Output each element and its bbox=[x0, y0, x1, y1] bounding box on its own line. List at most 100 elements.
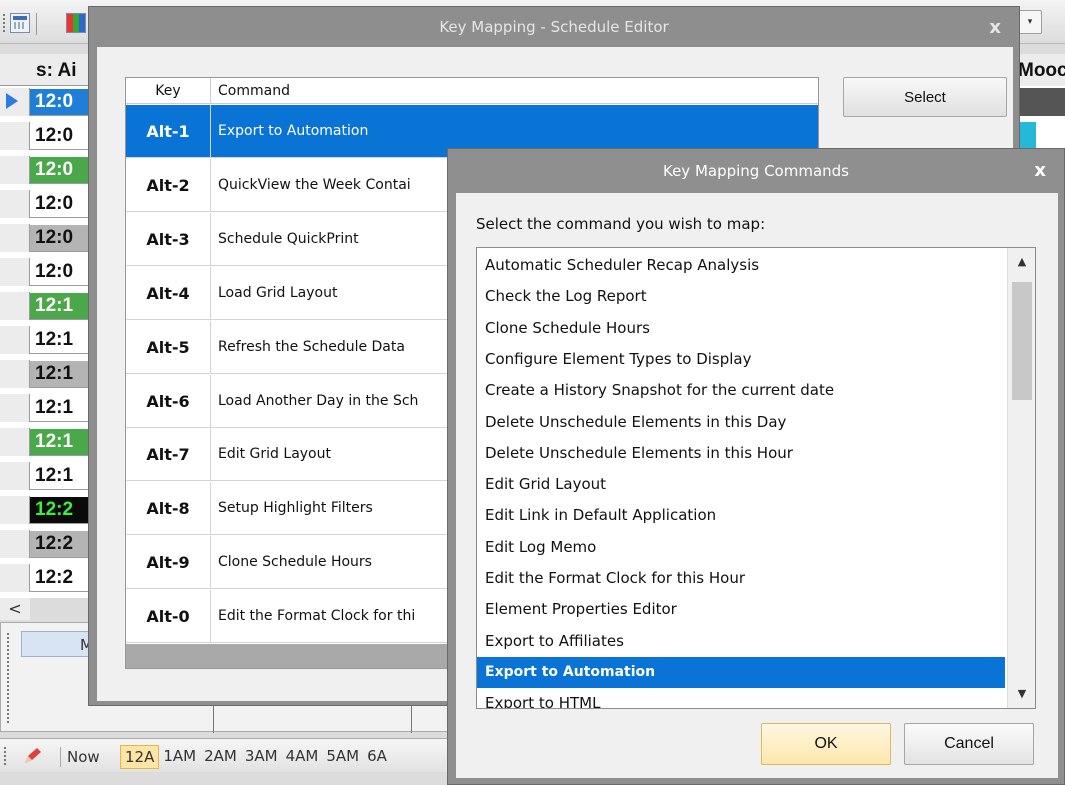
ok-button[interactable]: OK bbox=[761, 723, 891, 765]
row-selector[interactable] bbox=[0, 496, 30, 524]
column-header-command[interactable]: Command bbox=[218, 78, 290, 104]
command-cell: Edit the Format Clock for thi bbox=[218, 608, 416, 625]
right-column-band bbox=[1018, 88, 1065, 116]
list-item[interactable]: Export to HTML bbox=[477, 688, 1005, 708]
grid-row[interactable]: 12:1 bbox=[0, 428, 100, 456]
toolbar-separator bbox=[36, 13, 37, 35]
right-column-header[interactable]: Mooc bbox=[1018, 54, 1065, 86]
grid-row[interactable]: 12:0 bbox=[0, 224, 100, 252]
hour-button[interactable]: 3AM bbox=[241, 745, 282, 769]
row-selector[interactable] bbox=[0, 326, 30, 354]
row-selector[interactable] bbox=[0, 530, 30, 558]
hour-button[interactable]: 2AM bbox=[200, 745, 241, 769]
grid-row[interactable]: 12:0 bbox=[0, 156, 100, 184]
list-item[interactable]: Delete Unschedule Elements in this Hour bbox=[477, 438, 1005, 469]
list-item[interactable]: Configure Element Types to Display bbox=[477, 344, 1005, 375]
grid-row[interactable]: 12:2 bbox=[0, 564, 100, 592]
list-item[interactable]: Edit Link in Default Application bbox=[477, 500, 1005, 531]
close-icon[interactable]: x bbox=[1034, 160, 1046, 181]
command-cell: Setup Highlight Filters bbox=[218, 500, 373, 517]
grid-row[interactable]: 12:1 bbox=[0, 292, 100, 320]
pencil-icon[interactable] bbox=[22, 746, 44, 766]
grid-row[interactable]: 12:1 bbox=[0, 462, 100, 490]
list-item[interactable]: Create a History Snapshot for the curren… bbox=[477, 375, 1005, 406]
dialog-title: Key Mapping Commands bbox=[662, 162, 849, 180]
row-selector[interactable] bbox=[0, 258, 30, 286]
grid-row[interactable]: 12:1 bbox=[0, 394, 100, 422]
list-item[interactable]: Export to Affiliates bbox=[477, 626, 1005, 657]
list-item[interactable]: Edit Log Memo bbox=[477, 532, 1005, 563]
grid-row[interactable]: 12:2 bbox=[0, 530, 100, 558]
column-header-key[interactable]: Key bbox=[126, 78, 211, 104]
chevron-down-icon[interactable]: ▾ bbox=[1018, 10, 1042, 34]
grid-row[interactable]: 12:0 bbox=[0, 122, 100, 150]
toolbar-grip[interactable] bbox=[3, 14, 6, 32]
list-item[interactable]: Delete Unschedule Elements in this Day bbox=[477, 407, 1005, 438]
cancel-button[interactable]: Cancel bbox=[904, 723, 1034, 765]
key-cell: Alt-3 bbox=[126, 212, 211, 266]
dialog-client: Select the command you wish to map: Auto… bbox=[456, 193, 1058, 778]
hourbar-grip[interactable] bbox=[4, 747, 7, 765]
command-listbox[interactable]: Automatic Scheduler Recap Analysis Check … bbox=[476, 247, 1036, 709]
key-cell: Alt-1 bbox=[126, 105, 211, 158]
grid-row[interactable]: 12:1 bbox=[0, 360, 100, 388]
dialog-title: Key Mapping - Schedule Editor bbox=[439, 18, 669, 36]
list-item[interactable]: Check the Log Report bbox=[477, 281, 1005, 312]
command-cell: Export to Automation bbox=[218, 123, 369, 139]
row-selector[interactable] bbox=[0, 360, 30, 388]
grid-row[interactable]: 12:1 bbox=[0, 326, 100, 354]
scroll-down-icon[interactable]: ▼ bbox=[1008, 680, 1035, 708]
command-cell: QuickView the Week Contai bbox=[218, 176, 411, 193]
row-selector[interactable] bbox=[0, 428, 30, 456]
grid-row[interactable]: 12:0 bbox=[0, 190, 100, 218]
command-cell: Edit Grid Layout bbox=[218, 446, 331, 463]
hour-button[interactable]: 12A bbox=[120, 745, 160, 769]
row-selector[interactable] bbox=[0, 462, 30, 490]
list-item[interactable]: Automatic Scheduler Recap Analysis bbox=[477, 250, 1005, 281]
list-item[interactable]: Edit the Format Clock for this Hour bbox=[477, 563, 1005, 594]
command-cell: Schedule QuickPrint bbox=[218, 230, 359, 247]
current-row-arrow-icon bbox=[6, 93, 18, 109]
close-icon[interactable]: x bbox=[989, 17, 1001, 38]
hour-button[interactable]: 1AM bbox=[159, 745, 200, 769]
scroll-left-arrow[interactable]: < bbox=[0, 598, 30, 620]
vertical-scrollbar[interactable]: ▲ ▼ bbox=[1007, 248, 1035, 708]
row-selector[interactable] bbox=[0, 156, 30, 184]
list-item[interactable]: Export to Automation bbox=[477, 656, 1005, 688]
key-cell: Alt-0 bbox=[126, 590, 211, 644]
row-selector[interactable] bbox=[0, 292, 30, 320]
grid-row[interactable]: 12:0 bbox=[0, 88, 100, 116]
row-selector[interactable] bbox=[0, 122, 30, 150]
row-selector[interactable] bbox=[0, 394, 30, 422]
scroll-up-icon[interactable]: ▲ bbox=[1008, 248, 1035, 276]
grid-row[interactable]: 12:0 bbox=[0, 258, 100, 286]
key-cell: Alt-7 bbox=[126, 428, 211, 482]
row-selector[interactable] bbox=[0, 224, 30, 252]
hour-button[interactable]: 6A bbox=[363, 745, 391, 769]
grid-layout-icon[interactable] bbox=[66, 13, 86, 33]
key-mapping-commands-dialog: Key Mapping Commands x Select the comman… bbox=[447, 148, 1065, 785]
hour-button[interactable]: 4AM bbox=[282, 745, 323, 769]
command-cell: Load Another Day in the Sch bbox=[218, 392, 419, 409]
grid-column-header[interactable]: s: Ai bbox=[0, 54, 100, 86]
panel-grip[interactable] bbox=[7, 633, 10, 723]
row-selector[interactable] bbox=[0, 564, 30, 592]
command-cell: Load Grid Layout bbox=[218, 284, 338, 301]
row-selector[interactable] bbox=[0, 88, 30, 116]
command-cell: Refresh the Schedule Data bbox=[218, 338, 405, 355]
select-button[interactable]: Select bbox=[843, 77, 1007, 117]
key-cell: Alt-5 bbox=[126, 320, 211, 374]
table-header: Key Command bbox=[126, 78, 818, 104]
row-selector[interactable] bbox=[0, 190, 30, 218]
hour-button[interactable]: 5AM bbox=[322, 745, 363, 769]
right-column-cell[interactable] bbox=[1018, 122, 1036, 148]
list-item[interactable]: Edit Grid Layout bbox=[477, 469, 1005, 500]
command-cell: Clone Schedule Hours bbox=[218, 554, 372, 571]
calendar-icon[interactable] bbox=[10, 13, 30, 33]
list-item[interactable]: Clone Schedule Hours bbox=[477, 313, 1005, 344]
now-button[interactable]: Now bbox=[60, 747, 106, 767]
scroll-thumb[interactable] bbox=[1012, 282, 1032, 400]
hour-buttons: 12A 1AM 2AM 3AM 4AM 5AM 6A bbox=[120, 745, 391, 769]
grid-row[interactable]: 12:2 bbox=[0, 496, 100, 524]
list-item[interactable]: Element Properties Editor bbox=[477, 594, 1005, 625]
